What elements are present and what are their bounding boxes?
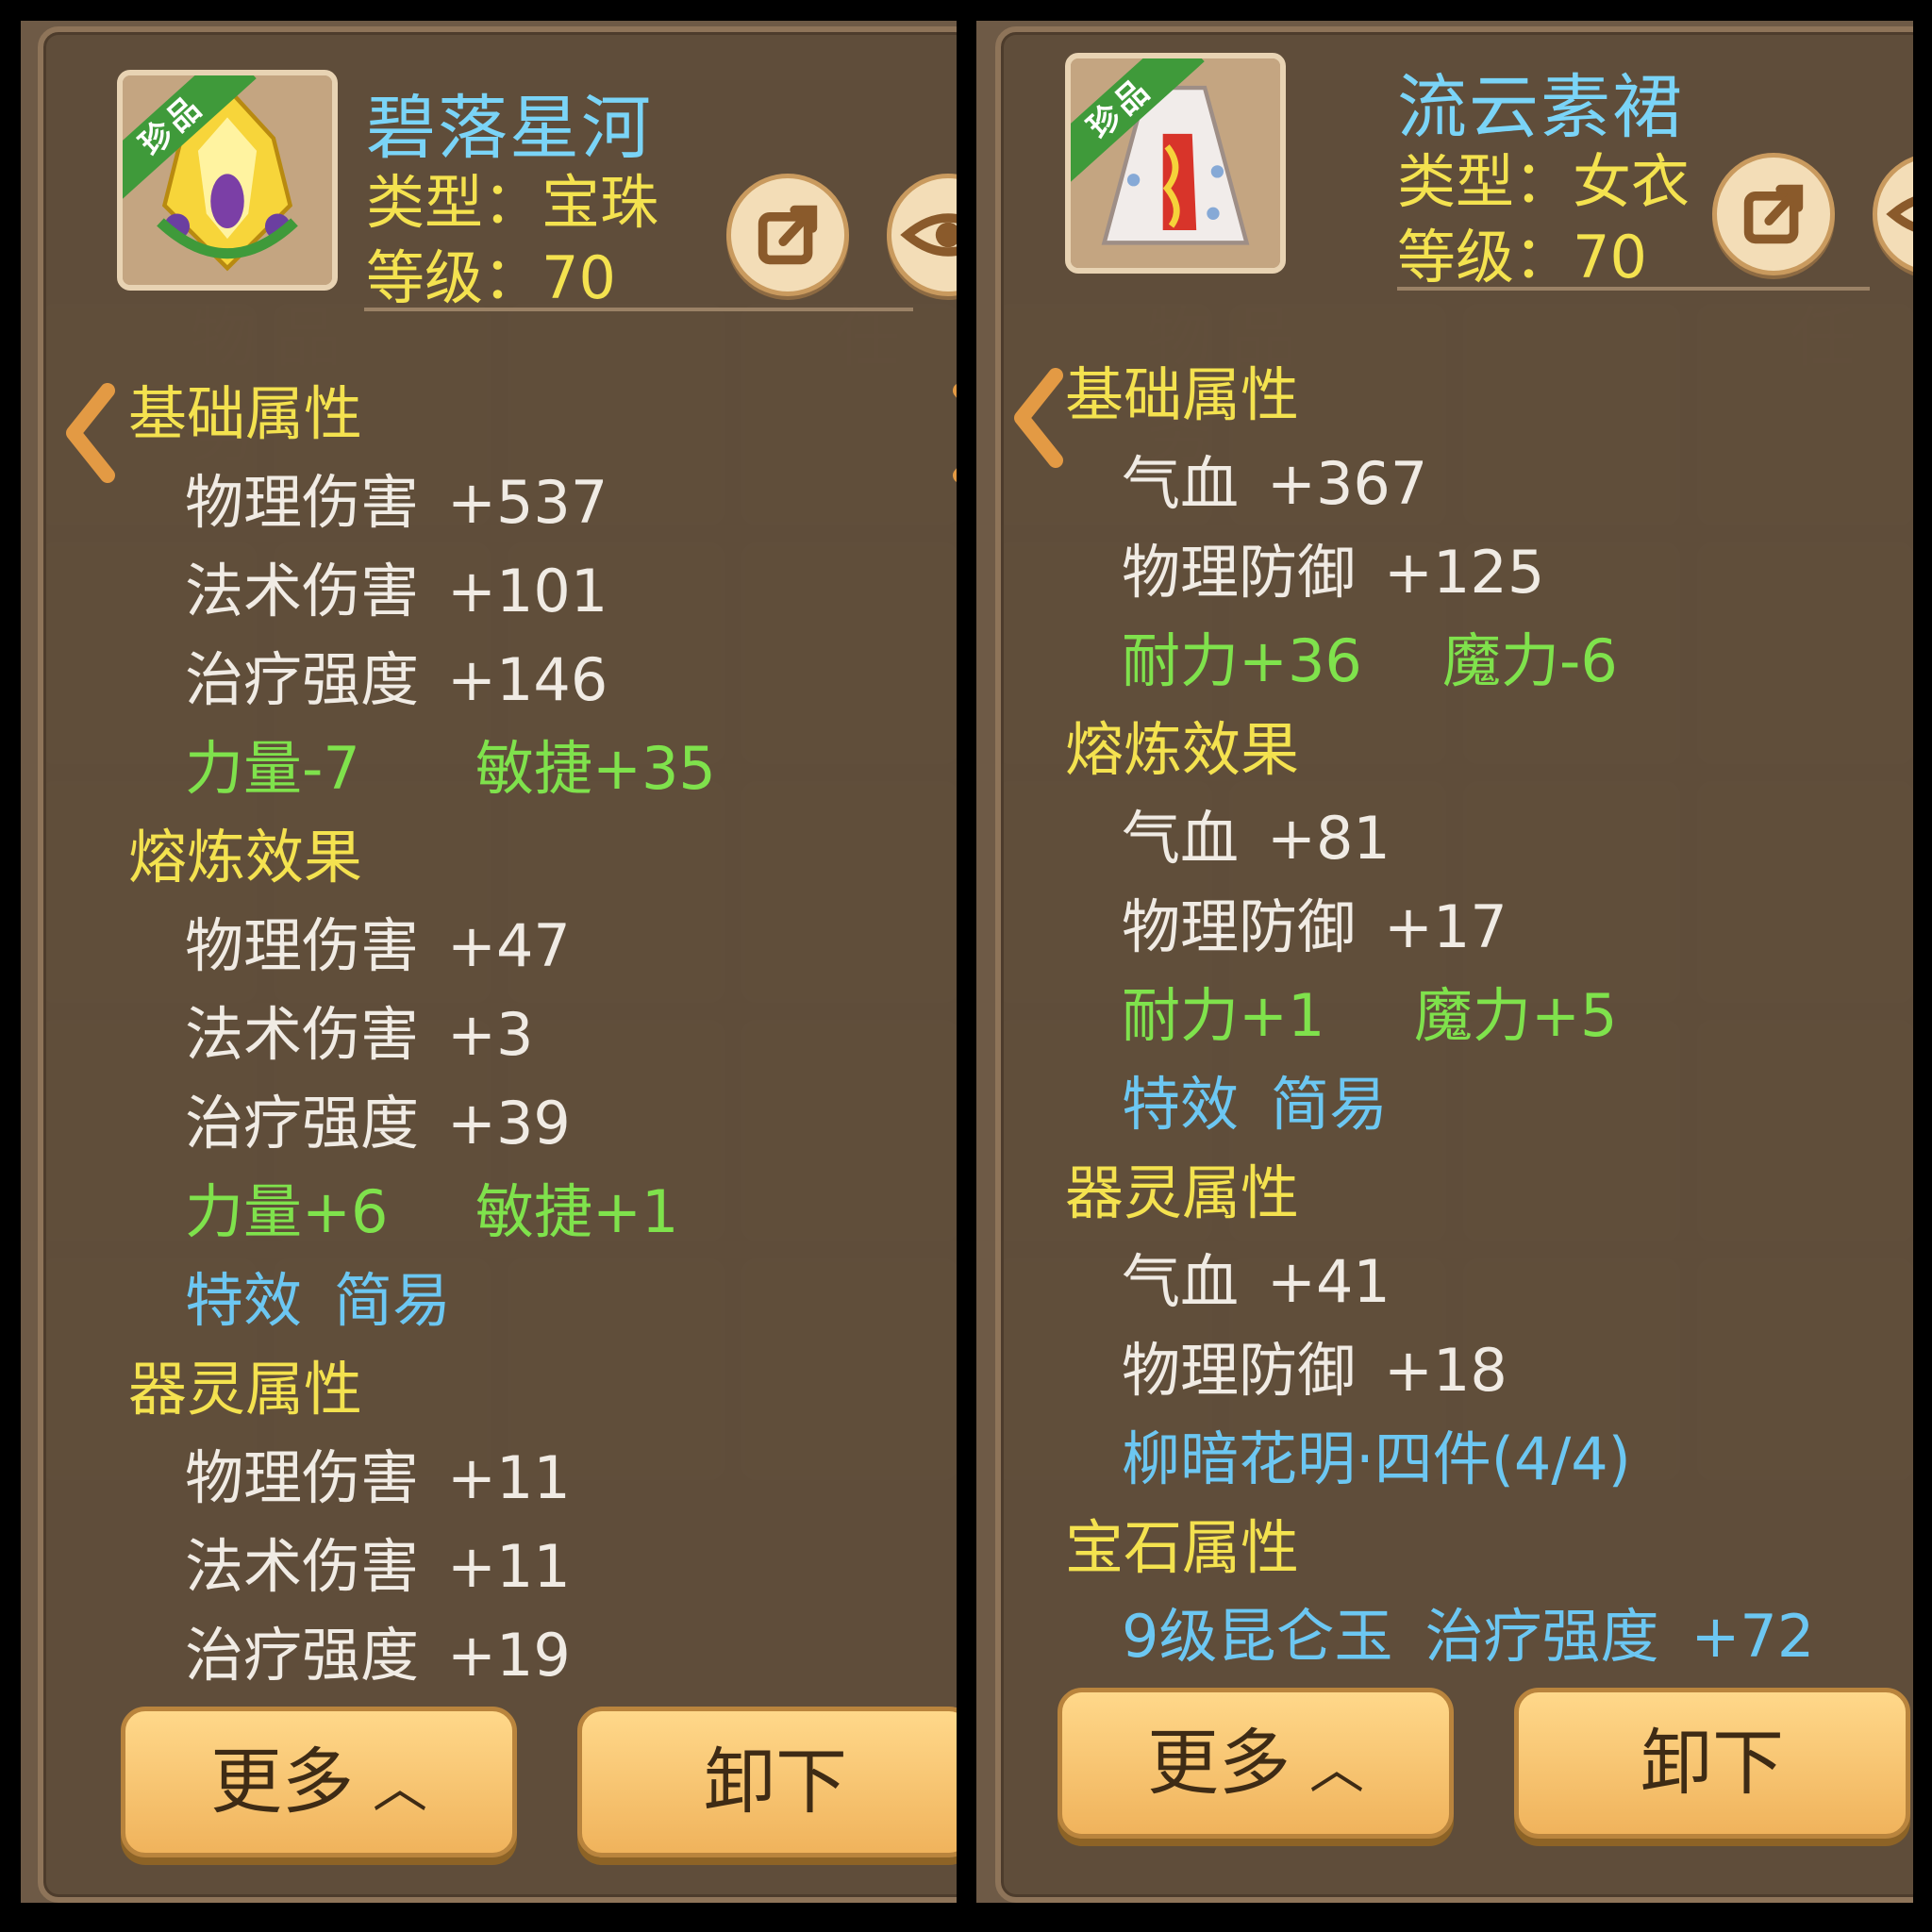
stat-row: 物理伤害 +11 [185, 1443, 571, 1512]
share-icon [758, 205, 818, 265]
item-icon: 珍品 [117, 70, 338, 291]
header-divider [364, 308, 913, 311]
stat-row: 物理防御 +18 [1122, 1336, 1507, 1405]
more-button[interactable]: 更多 ︿ [121, 1707, 517, 1857]
stat-row: 物理防御 +17 [1122, 892, 1507, 961]
stat-row: 法术伤害 +11 [185, 1532, 571, 1601]
next-arrow-icon[interactable] [949, 381, 957, 485]
stat-row: 法术伤害 +3 [185, 1000, 534, 1069]
section-title-gem: 宝石属性 [1065, 1513, 1300, 1582]
share-button[interactable] [1712, 153, 1835, 275]
chevron-up-icon: ︿ [372, 1756, 427, 1820]
special-effect: 特效 简易 [1122, 1070, 1389, 1139]
tooltip-card: 珍品 碧落星河 类型：宝珠 等级：70 基础属性 物理伤害 +537 法术伤害 … [38, 26, 957, 1903]
chevron-up-icon: ︿ [1308, 1737, 1364, 1801]
gem-icon [123, 75, 332, 285]
dress-icon [1071, 58, 1280, 268]
bonus-stat: 敏捷+1 [475, 1177, 679, 1246]
unequip-button[interactable]: 卸下 [1514, 1688, 1910, 1839]
bonus-stat: 魔力-6 [1442, 626, 1618, 695]
special-effect: 特效 简易 [185, 1266, 452, 1335]
bonus-stat: 力量+6 [185, 1177, 389, 1246]
eye-icon [900, 213, 957, 257]
stat-row: 法术伤害 +101 [185, 557, 608, 625]
bonus-stat: 耐力+36 [1122, 626, 1362, 695]
item-icon: 珍品 [1065, 53, 1286, 274]
unequip-button[interactable]: 卸下 [577, 1707, 957, 1857]
share-icon [1743, 184, 1804, 244]
gem-row: 9级昆仑玉 治疗强度 +72 [1122, 1602, 1815, 1671]
stat-row: 气血 +41 [1122, 1247, 1391, 1316]
header-divider [1397, 287, 1870, 291]
section-title-smelt: 熔炼效果 [1065, 715, 1300, 784]
stat-row: 气血 +367 [1122, 449, 1428, 518]
item-type: 类型：女衣 [1397, 147, 1690, 216]
stat-row: 治疗强度 +146 [185, 645, 608, 714]
more-button[interactable]: 更多 ︿ [1058, 1688, 1454, 1839]
eye-icon [1886, 196, 1913, 232]
share-button[interactable] [726, 174, 849, 296]
stat-row: 气血 +81 [1122, 804, 1391, 873]
item-level: 等级：70 [366, 243, 616, 312]
stat-row: 治疗强度 +39 [185, 1089, 571, 1158]
bonus-stat: 敏捷+35 [475, 734, 716, 803]
tooltip-card: 珍品 流云素裙 类型：女衣 等级：70 基础属性 气血 +367 物理防御 +125… [995, 26, 1913, 1903]
stat-row: 物理防御 +125 [1122, 538, 1545, 607]
stat-row: 治疗强度 +19 [185, 1621, 571, 1690]
stat-row: 物理伤害 +537 [185, 468, 608, 537]
prev-arrow-icon[interactable] [1010, 366, 1067, 470]
item-level: 等级：70 [1397, 223, 1647, 291]
item-type: 类型：宝珠 [366, 168, 659, 237]
section-title-basic: 基础属性 [1065, 360, 1300, 429]
section-title-smelt: 熔炼效果 [128, 823, 363, 891]
set-bonus: 柳暗花明·四件(4/4) [1122, 1424, 1631, 1493]
bonus-stat: 力量-7 [185, 734, 360, 803]
section-title-basic: 基础属性 [128, 379, 363, 448]
section-title-spirit: 器灵属性 [1065, 1158, 1300, 1227]
bonus-stat: 魔力+5 [1414, 981, 1618, 1050]
item-tooltip-left: 物品 任务 珍品 碧落星河 类型：宝珠 等级：70 [21, 21, 957, 1903]
section-title-spirit: 器灵属性 [128, 1355, 363, 1424]
item-tooltip-right: 物品 任务 珍品 流云素裙 类型：女衣 等级：70 [976, 21, 1913, 1903]
prev-arrow-icon[interactable] [62, 381, 119, 485]
preview-button[interactable] [1873, 153, 1913, 275]
bonus-stat: 耐力+1 [1122, 981, 1325, 1050]
stat-row: 物理伤害 +47 [185, 911, 571, 980]
preview-button[interactable] [887, 174, 957, 296]
